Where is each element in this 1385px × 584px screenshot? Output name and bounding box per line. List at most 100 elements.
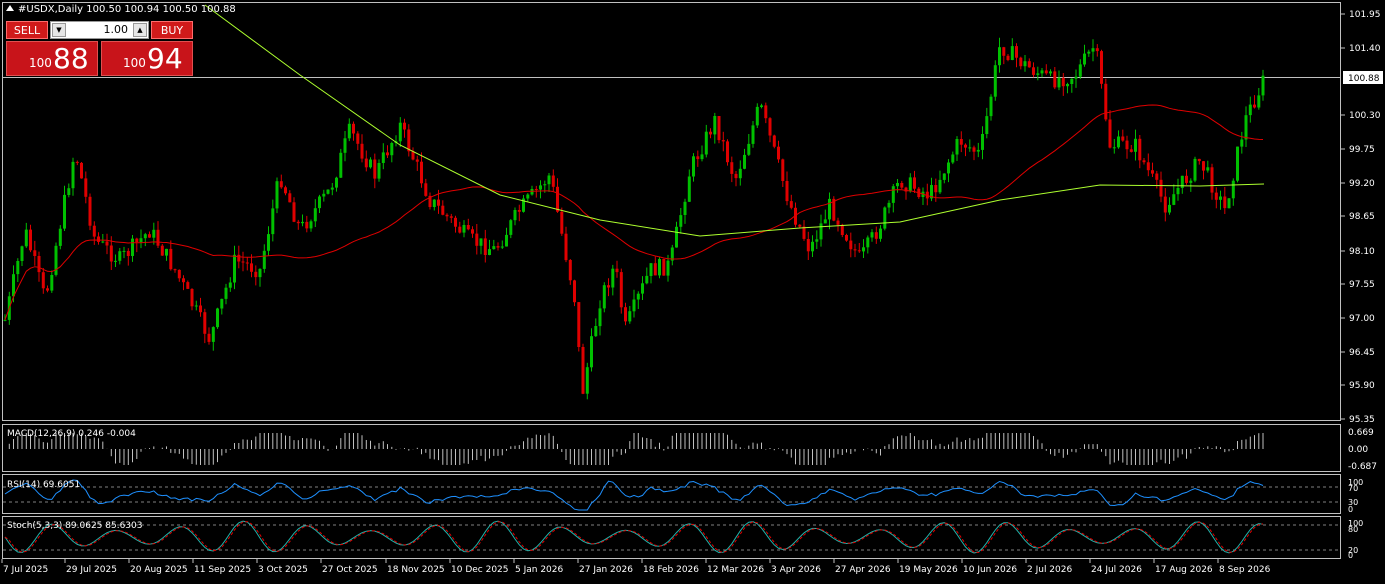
candle-body xyxy=(437,199,440,206)
candle-body xyxy=(322,193,326,197)
candle-body xyxy=(50,275,54,291)
candle-body xyxy=(964,144,967,148)
candle-body xyxy=(734,173,738,179)
candle-body xyxy=(1027,61,1031,68)
candle-body xyxy=(721,140,725,142)
candle-body xyxy=(1040,70,1044,74)
candle-body xyxy=(109,245,113,262)
candle-body xyxy=(768,118,772,136)
candle-body xyxy=(1155,173,1159,180)
candle-body xyxy=(364,158,368,168)
candle-body xyxy=(1206,167,1210,171)
candle-body xyxy=(785,181,789,202)
candle-body xyxy=(849,240,853,250)
candle-body xyxy=(267,234,270,251)
sell-button[interactable]: SELL xyxy=(6,21,48,39)
candle-body xyxy=(20,246,24,261)
price-axis-label: 95.90 xyxy=(1349,381,1375,391)
candle-body xyxy=(1244,115,1248,140)
candle-body xyxy=(1261,75,1265,96)
candle-body xyxy=(156,229,160,246)
candle-body xyxy=(913,177,916,189)
candle-body xyxy=(985,116,989,134)
candle-body xyxy=(1142,160,1146,163)
stoch-indicator xyxy=(3,520,1340,554)
lot-value[interactable]: 1.00 xyxy=(104,22,129,38)
candle-body xyxy=(777,146,780,160)
lot-size-stepper[interactable]: ▼ 1.00 ▲ xyxy=(50,21,149,39)
date-axis-label: 20 Aug 2025 xyxy=(130,565,188,575)
candle-body xyxy=(981,134,984,150)
collapse-triangle-icon[interactable] xyxy=(6,5,14,11)
candle-body xyxy=(1168,204,1171,213)
candle-body xyxy=(1070,78,1074,84)
candle-body xyxy=(1125,140,1129,150)
candle-body xyxy=(37,256,41,273)
candle-body xyxy=(148,234,151,238)
candle-body xyxy=(403,122,406,130)
candle-body xyxy=(798,224,802,227)
candle-body xyxy=(1078,64,1082,77)
price-chart[interactable]: 101.95 101.40 100.30 99.75 99.20 98.65 98.10 97… xyxy=(0,0,1385,580)
lot-decrease-icon[interactable]: ▼ xyxy=(52,23,66,37)
price-axis-label: 97.55 xyxy=(1349,280,1375,290)
buy-price-box[interactable]: 100 94 xyxy=(101,41,193,76)
rsi-axis-0: 0 xyxy=(1348,505,1353,514)
candle-body xyxy=(828,198,831,220)
candle-body xyxy=(636,293,640,300)
price-axis-label: 96.45 xyxy=(1349,348,1375,358)
candle-body xyxy=(500,246,504,248)
candle-body xyxy=(301,221,304,224)
candle-body xyxy=(840,224,844,235)
candle-body xyxy=(258,268,262,278)
buy-price-big: 94 xyxy=(147,42,183,75)
candle-body xyxy=(577,302,581,347)
date-axis-label: 19 May 2026 xyxy=(899,565,958,575)
buy-button[interactable]: BUY xyxy=(151,21,193,39)
sell-price-big: 88 xyxy=(53,42,89,75)
candle-body xyxy=(135,238,139,243)
candle-body xyxy=(233,254,236,283)
candle-body xyxy=(534,189,538,190)
candle-body xyxy=(1117,136,1120,148)
sell-price-box[interactable]: 100 88 xyxy=(6,41,98,76)
candle-body xyxy=(1236,146,1239,181)
candle-body xyxy=(462,225,466,233)
date-axis-label: 10 Jun 2026 xyxy=(963,565,1017,575)
candle-body xyxy=(1049,71,1052,74)
candle-body xyxy=(900,183,904,188)
candle-body xyxy=(71,161,75,189)
candle-body xyxy=(326,189,330,194)
candle-body xyxy=(24,229,28,247)
candle-body xyxy=(1240,139,1244,147)
date-axis-label: 17 Aug 2026 xyxy=(1155,565,1213,575)
candle-body xyxy=(309,221,313,229)
candle-body xyxy=(114,260,117,262)
candle-body xyxy=(581,347,585,394)
candle-body xyxy=(347,123,351,139)
price-axis-label: 99.20 xyxy=(1349,179,1375,189)
candle-body xyxy=(97,236,100,242)
candle-body xyxy=(352,123,355,134)
candle-body xyxy=(279,181,283,188)
date-axis-label: 3 Apr 2026 xyxy=(771,565,821,575)
chart-window[interactable]: 101.95 101.40 100.30 99.75 99.20 98.65 98.10 97… xyxy=(0,0,1385,580)
candle-body xyxy=(509,220,513,235)
rsi-axis-70: 70 xyxy=(1348,484,1358,493)
candle-body xyxy=(598,308,602,327)
candle-body xyxy=(662,259,666,276)
candle-body xyxy=(815,239,819,242)
candle-body xyxy=(1057,77,1061,88)
candle-body xyxy=(335,177,338,188)
candle-body xyxy=(356,133,360,144)
candle-body xyxy=(46,288,49,291)
candle-body xyxy=(547,175,551,185)
lot-increase-icon[interactable]: ▲ xyxy=(133,23,147,37)
candle-body xyxy=(475,233,479,246)
macd-axis-zero: 0.00 xyxy=(1348,445,1368,455)
candle-body xyxy=(1176,188,1180,195)
candle-body xyxy=(177,269,181,279)
candle-body xyxy=(1227,198,1231,209)
candle-body xyxy=(250,263,253,272)
candle-body xyxy=(891,186,895,203)
